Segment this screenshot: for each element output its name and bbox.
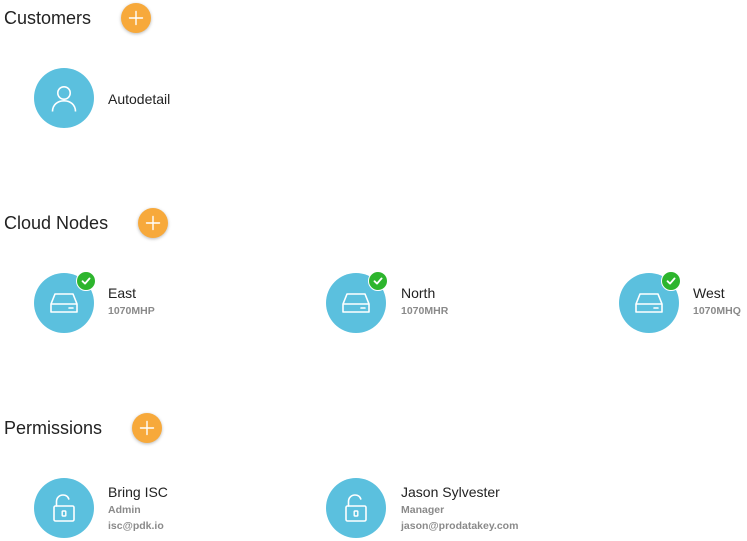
add-permission-button[interactable] xyxy=(132,413,162,443)
add-cloud-node-button[interactable] xyxy=(138,208,168,238)
customers-heading: Customers xyxy=(4,8,92,28)
permission-role-bring-isc: Admin xyxy=(108,504,141,516)
check-icon xyxy=(81,277,91,285)
cloud-node-serial-west: 1070MHQ xyxy=(693,305,741,317)
cloud-node-name-west[interactable]: West xyxy=(693,285,725,301)
server-icon xyxy=(50,293,78,313)
online-status-badge xyxy=(368,271,388,291)
cloud-node-avatar-west[interactable] xyxy=(619,271,681,333)
check-icon xyxy=(373,277,383,285)
permission-email-bring-isc: isc@pdk.io xyxy=(108,520,164,532)
unlock-icon xyxy=(345,494,367,522)
cloud-node-name-north[interactable]: North xyxy=(401,285,435,301)
cloud-node-serial-north: 1070MHR xyxy=(401,305,449,317)
customer-avatar[interactable] xyxy=(34,68,94,128)
cloud-node-name-east[interactable]: East xyxy=(108,285,136,301)
permission-avatar-bring-isc[interactable] xyxy=(34,478,94,538)
plus-icon xyxy=(139,420,155,436)
permission-name-jason-sylvester[interactable]: Jason Sylvester xyxy=(401,484,500,500)
cloud-node-avatar-east[interactable] xyxy=(34,271,96,333)
check-icon xyxy=(666,277,676,285)
permission-role-jason-sylvester: Manager xyxy=(401,504,445,516)
plus-icon xyxy=(128,10,144,26)
plus-icon xyxy=(145,215,161,231)
server-icon xyxy=(635,293,663,313)
user-icon xyxy=(51,86,77,112)
online-status-badge xyxy=(76,271,96,291)
permission-name-bring-isc[interactable]: Bring ISC xyxy=(108,484,168,500)
server-icon xyxy=(342,293,370,313)
add-customer-button[interactable] xyxy=(121,3,151,33)
permissions-heading: Permissions xyxy=(4,418,103,438)
online-status-badge xyxy=(661,271,681,291)
unlock-icon xyxy=(53,494,75,522)
permission-email-jason-sylvester: jason@prodatakey.com xyxy=(401,520,519,532)
permission-avatar-jason-sylvester[interactable] xyxy=(326,478,386,538)
cloud-node-avatar-north[interactable] xyxy=(326,271,388,333)
cloud-nodes-heading: Cloud Nodes xyxy=(4,213,109,233)
cloud-node-serial-east: 1070MHP xyxy=(108,305,155,317)
customer-name[interactable]: Autodetail xyxy=(108,91,170,107)
